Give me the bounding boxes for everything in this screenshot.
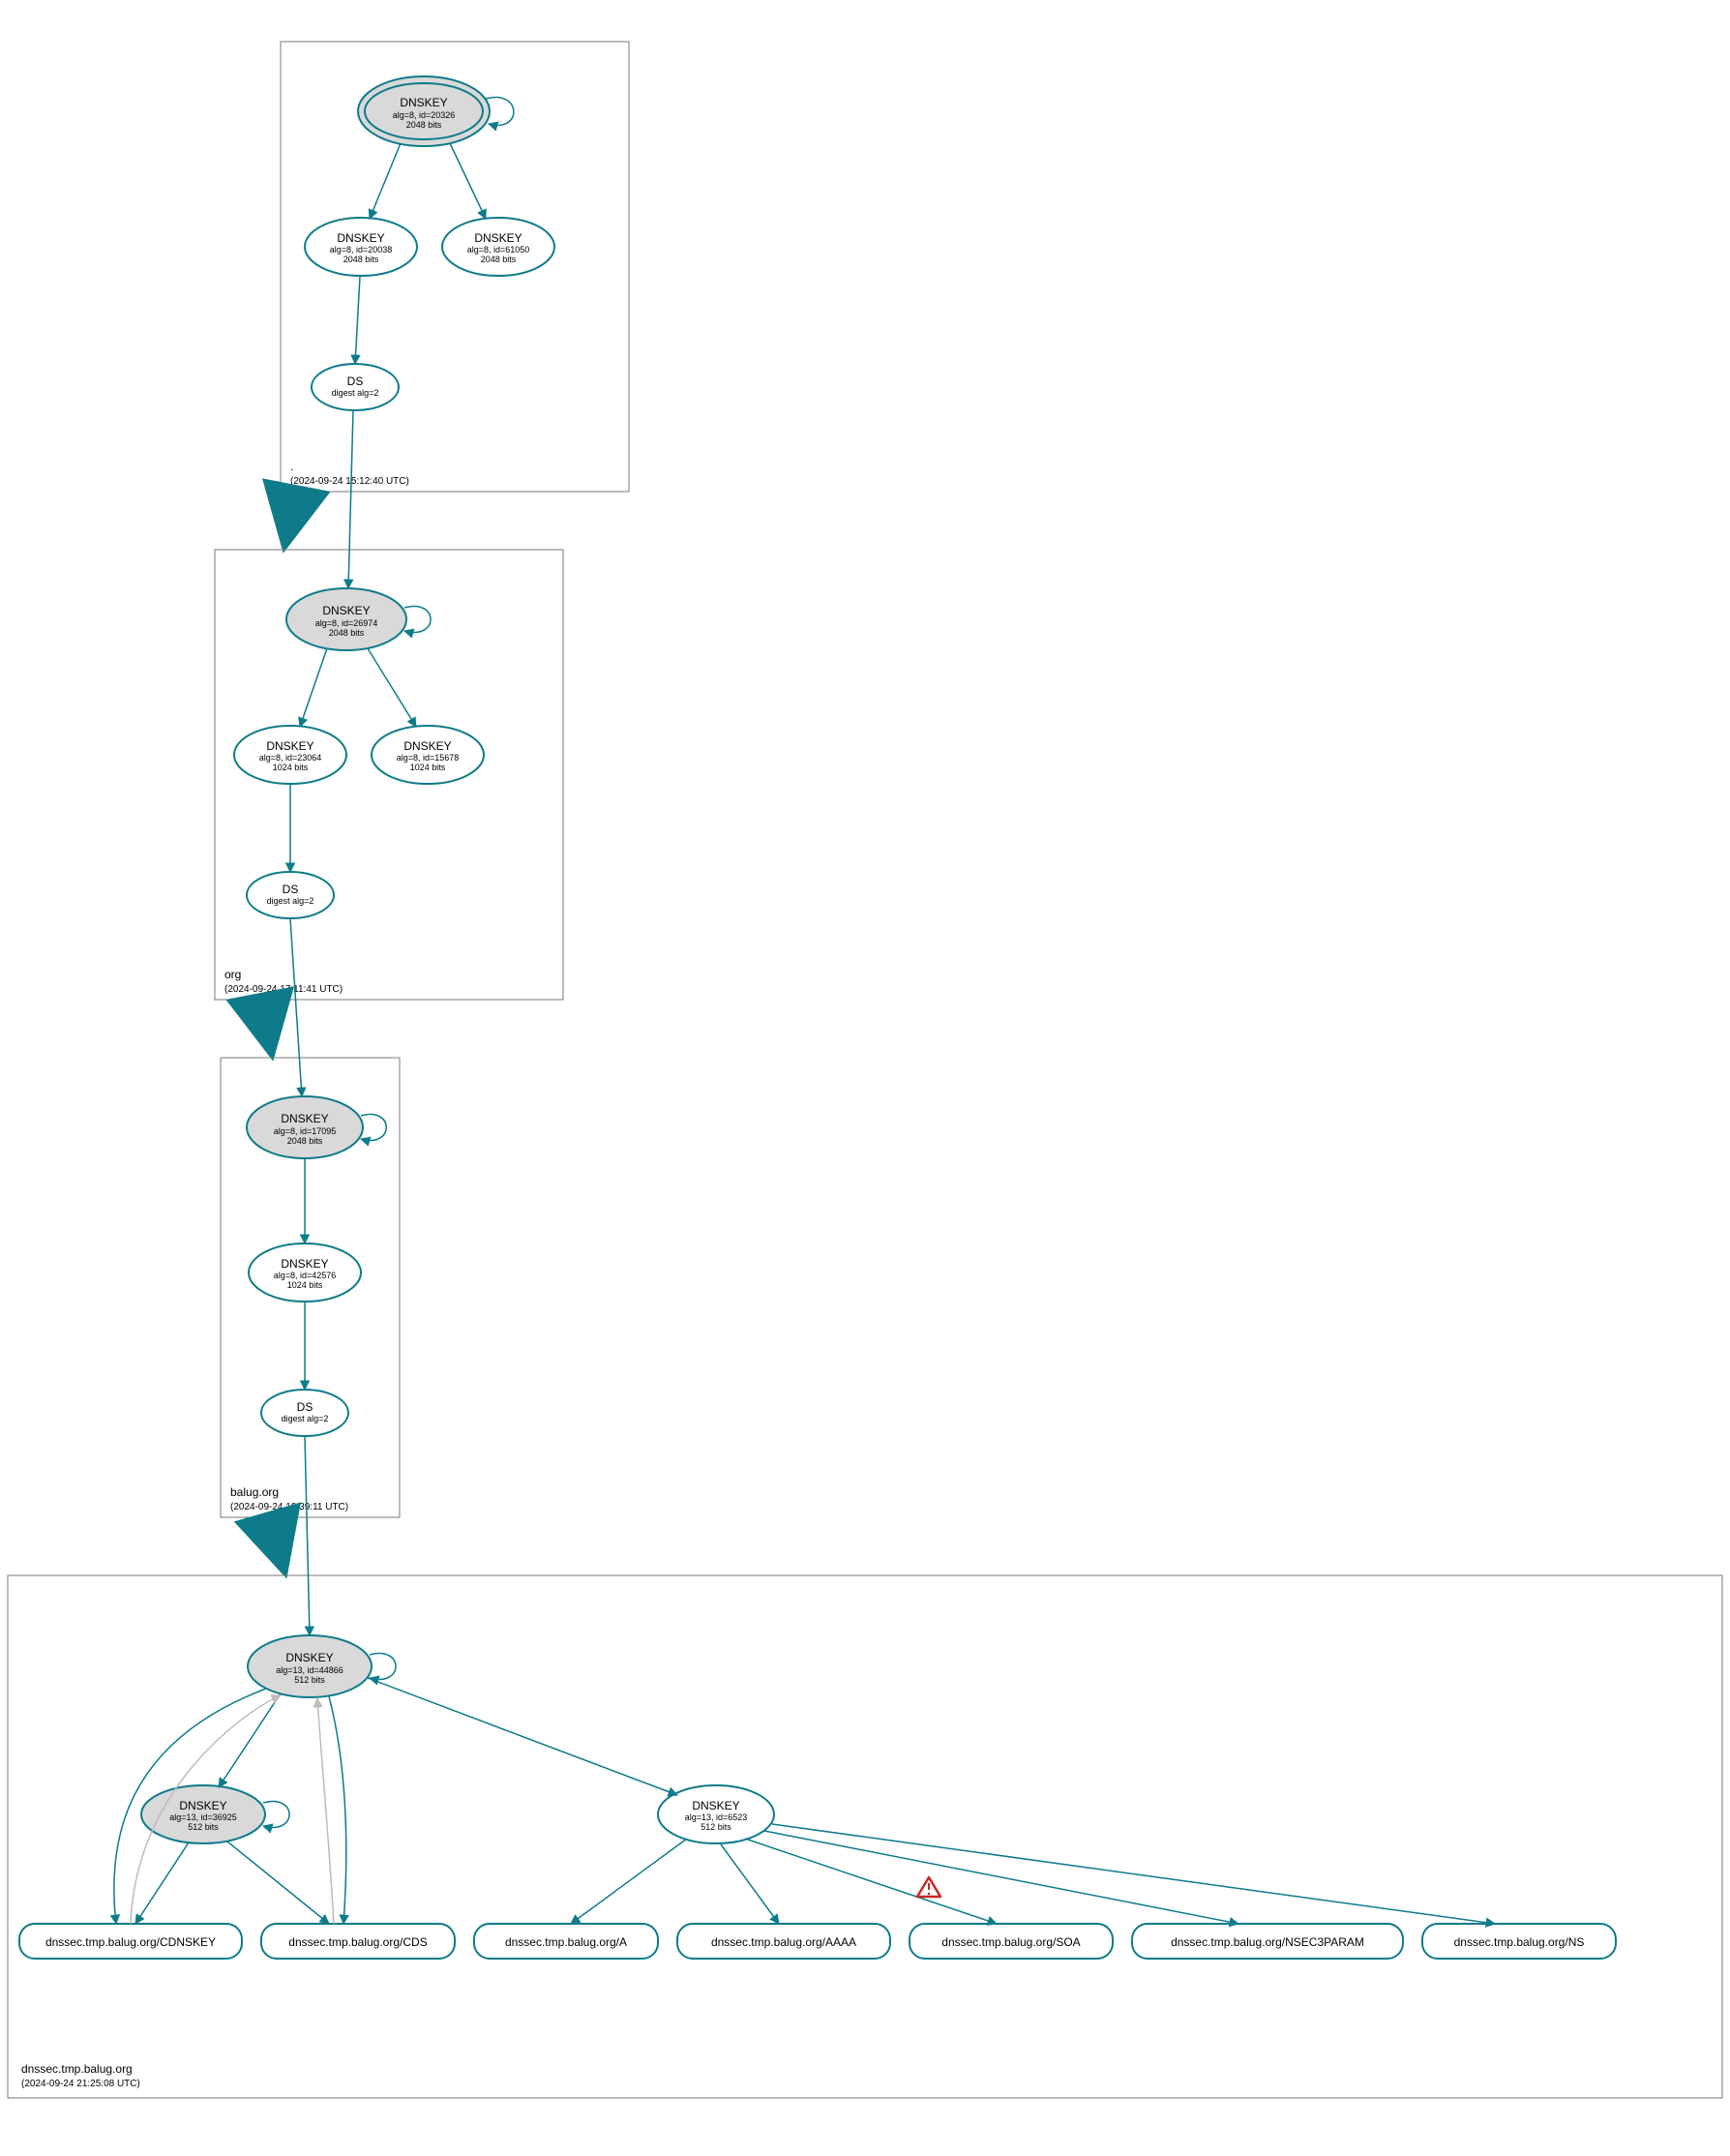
- svg-text:512 bits: 512 bits: [294, 1675, 325, 1685]
- svg-text:1024 bits: 1024 bits: [273, 763, 309, 772]
- org-ds: DS digest alg=2: [247, 872, 334, 918]
- svg-text:alg=8, id=61050: alg=8, id=61050: [467, 245, 530, 255]
- svg-text:DNSKEY: DNSKEY: [400, 96, 447, 109]
- svg-text:alg=13, id=36925: alg=13, id=36925: [169, 1812, 237, 1822]
- svg-text:2048 bits: 2048 bits: [343, 255, 379, 264]
- rrset-cds: dnssec.tmp.balug.org/CDS: [261, 1924, 455, 1959]
- balug-ksk: DNSKEY alg=8, id=17095 2048 bits: [247, 1096, 386, 1158]
- svg-text:1024 bits: 1024 bits: [287, 1280, 323, 1290]
- svg-text:2048 bits: 2048 bits: [287, 1136, 323, 1146]
- org-zsk-15678: DNSKEY alg=8, id=15678 1024 bits: [372, 726, 484, 784]
- zone-balug-name: balug.org: [230, 1485, 279, 1499]
- edge-org-to-balug-delegation: [261, 1000, 271, 1050]
- edge-root-ksk-to-zsk2: [450, 143, 486, 219]
- svg-text:DNSKEY: DNSKEY: [285, 1651, 333, 1664]
- svg-text:alg=13, id=6523: alg=13, id=6523: [685, 1812, 748, 1822]
- edge-org-ds-to-balug-ksk: [290, 918, 302, 1096]
- dnssec-authentication-graph: . (2024-09-24 15:12:40 UTC) DNSKEY alg=8…: [0, 0, 1730, 2156]
- svg-text:2048 bits: 2048 bits: [329, 628, 365, 638]
- svg-text:DS: DS: [297, 1400, 313, 1414]
- rrset-nsec3param: dnssec.tmp.balug.org/NSEC3PARAM: [1132, 1924, 1403, 1959]
- svg-text:DNSKEY: DNSKEY: [281, 1257, 328, 1271]
- svg-text:alg=8, id=15678: alg=8, id=15678: [397, 753, 460, 763]
- svg-text:DNSKEY: DNSKEY: [322, 604, 370, 617]
- svg-text:1024 bits: 1024 bits: [410, 763, 446, 772]
- rrset-cdnskey: dnssec.tmp.balug.org/CDNSKEY: [19, 1924, 242, 1959]
- edge-root-ds-to-org-ksk: [348, 410, 353, 588]
- root-ds: DS digest alg=2: [312, 364, 399, 410]
- balug-zsk: DNSKEY alg=8, id=42576 1024 bits: [249, 1243, 361, 1302]
- edge-dnssec-ksk-to-zsk1: [219, 1693, 281, 1787]
- svg-text:2048 bits: 2048 bits: [406, 120, 442, 130]
- svg-text:512 bits: 512 bits: [188, 1822, 219, 1832]
- svg-text:alg=8, id=42576: alg=8, id=42576: [274, 1271, 337, 1280]
- rrset-a: dnssec.tmp.balug.org/A: [474, 1924, 658, 1959]
- dnssec-ksk-self-sign: [370, 1654, 396, 1680]
- svg-text:dnssec.tmp.balug.org/NS: dnssec.tmp.balug.org/NS: [1454, 1935, 1585, 1949]
- zone-org-name: org: [224, 968, 241, 981]
- svg-text:alg=8, id=17095: alg=8, id=17095: [274, 1126, 337, 1136]
- svg-text:alg=8, id=26974: alg=8, id=26974: [315, 618, 378, 628]
- edge-zsk2-to-ns: [772, 1824, 1495, 1924]
- edge-grey-cds-up: [317, 1698, 334, 1924]
- edge-zsk1-to-cds: [227, 1842, 329, 1924]
- svg-text:DS: DS: [347, 374, 364, 388]
- org-ksk: DNSKEY alg=8, id=26974 2048 bits: [286, 588, 431, 650]
- dnssec-zsk-36925: DNSKEY alg=13, id=36925 512 bits: [141, 1785, 289, 1843]
- zone-root-time: (2024-09-24 15:12:40 UTC): [290, 476, 409, 487]
- svg-text:alg=8, id=20326: alg=8, id=20326: [393, 110, 456, 120]
- svg-text:dnssec.tmp.balug.org/SOA: dnssec.tmp.balug.org/SOA: [941, 1935, 1080, 1949]
- svg-text:DS: DS: [283, 883, 299, 896]
- dnssec-zsk1-self-sign: [263, 1802, 289, 1828]
- edge-dnssec-ksk-to-zsk2: [368, 1678, 677, 1795]
- svg-text:DNSKEY: DNSKEY: [337, 231, 384, 245]
- root-zsk-61050: DNSKEY alg=8, id=61050 2048 bits: [442, 218, 554, 276]
- edge-zsk2-to-a: [571, 1839, 687, 1924]
- edge-root-to-org-delegation: [285, 492, 295, 542]
- svg-text:512 bits: 512 bits: [701, 1822, 731, 1832]
- edge-root-ksk-to-zsk1: [370, 143, 401, 219]
- svg-text:DNSKEY: DNSKEY: [266, 739, 313, 753]
- root-zsk-20038: DNSKEY alg=8, id=20038 2048 bits: [305, 218, 417, 276]
- rrset-aaaa: dnssec.tmp.balug.org/AAAA: [677, 1924, 890, 1959]
- svg-text:2048 bits: 2048 bits: [481, 255, 517, 264]
- org-ksk-self-sign: [404, 607, 431, 633]
- edge-root-zsk1-to-ds: [355, 277, 360, 364]
- edge-balug-ds-to-dnssec-ksk: [305, 1436, 310, 1635]
- edge-zsk2-to-aaaa: [721, 1844, 779, 1924]
- svg-text:digest alg=2: digest alg=2: [332, 388, 379, 398]
- svg-text:dnssec.tmp.balug.org/NSEC3PARA: dnssec.tmp.balug.org/NSEC3PARAM: [1171, 1935, 1364, 1949]
- edge-balug-to-dnssec-delegation: [269, 1517, 283, 1568]
- rrset-soa: dnssec.tmp.balug.org/SOA: [910, 1924, 1113, 1959]
- svg-text:digest alg=2: digest alg=2: [282, 1414, 329, 1423]
- root-ksk: DNSKEY alg=8, id=20326 2048 bits: [358, 76, 514, 146]
- zone-root-name: .: [290, 460, 293, 473]
- edge-org-ksk-to-zsk1: [300, 648, 327, 727]
- balug-ds: DS digest alg=2: [261, 1390, 348, 1436]
- svg-text:DNSKEY: DNSKEY: [179, 1799, 226, 1812]
- zone-balug-time: (2024-09-24 18:39:11 UTC): [230, 1502, 348, 1512]
- rrset-ns: dnssec.tmp.balug.org/NS: [1422, 1924, 1616, 1959]
- svg-text:DNSKEY: DNSKEY: [281, 1112, 328, 1125]
- edge-org-ksk-to-zsk2: [368, 648, 416, 727]
- dnssec-ksk: DNSKEY alg=13, id=44866 512 bits: [248, 1635, 396, 1697]
- org-zsk-23064: DNSKEY alg=8, id=23064 1024 bits: [234, 726, 346, 784]
- svg-text:dnssec.tmp.balug.org/A: dnssec.tmp.balug.org/A: [505, 1935, 627, 1949]
- zone-dnssec-time: (2024-09-24 21:25:08 UTC): [21, 2079, 140, 2089]
- svg-text:dnssec.tmp.balug.org/AAAA: dnssec.tmp.balug.org/AAAA: [711, 1935, 856, 1949]
- warning-icon: [917, 1877, 940, 1897]
- svg-text:digest alg=2: digest alg=2: [267, 896, 314, 906]
- balug-ksk-self-sign: [361, 1115, 386, 1141]
- svg-text:alg=8, id=23064: alg=8, id=23064: [259, 753, 322, 763]
- svg-text:dnssec.tmp.balug.org/CDNSKEY: dnssec.tmp.balug.org/CDNSKEY: [45, 1935, 216, 1949]
- svg-text:DNSKEY: DNSKEY: [474, 231, 522, 245]
- svg-text:DNSKEY: DNSKEY: [403, 739, 451, 753]
- svg-text:alg=8, id=20038: alg=8, id=20038: [330, 245, 393, 255]
- edge-zsk2-to-nsec3p: [764, 1831, 1238, 1924]
- zone-dnssec-name: dnssec.tmp.balug.org: [21, 2062, 133, 2076]
- svg-text:dnssec.tmp.balug.org/CDS: dnssec.tmp.balug.org/CDS: [288, 1935, 427, 1949]
- zone-org-time: (2024-09-24 17:11:41 UTC): [224, 984, 343, 995]
- svg-text:alg=13, id=44866: alg=13, id=44866: [276, 1665, 343, 1675]
- svg-text:DNSKEY: DNSKEY: [692, 1799, 739, 1812]
